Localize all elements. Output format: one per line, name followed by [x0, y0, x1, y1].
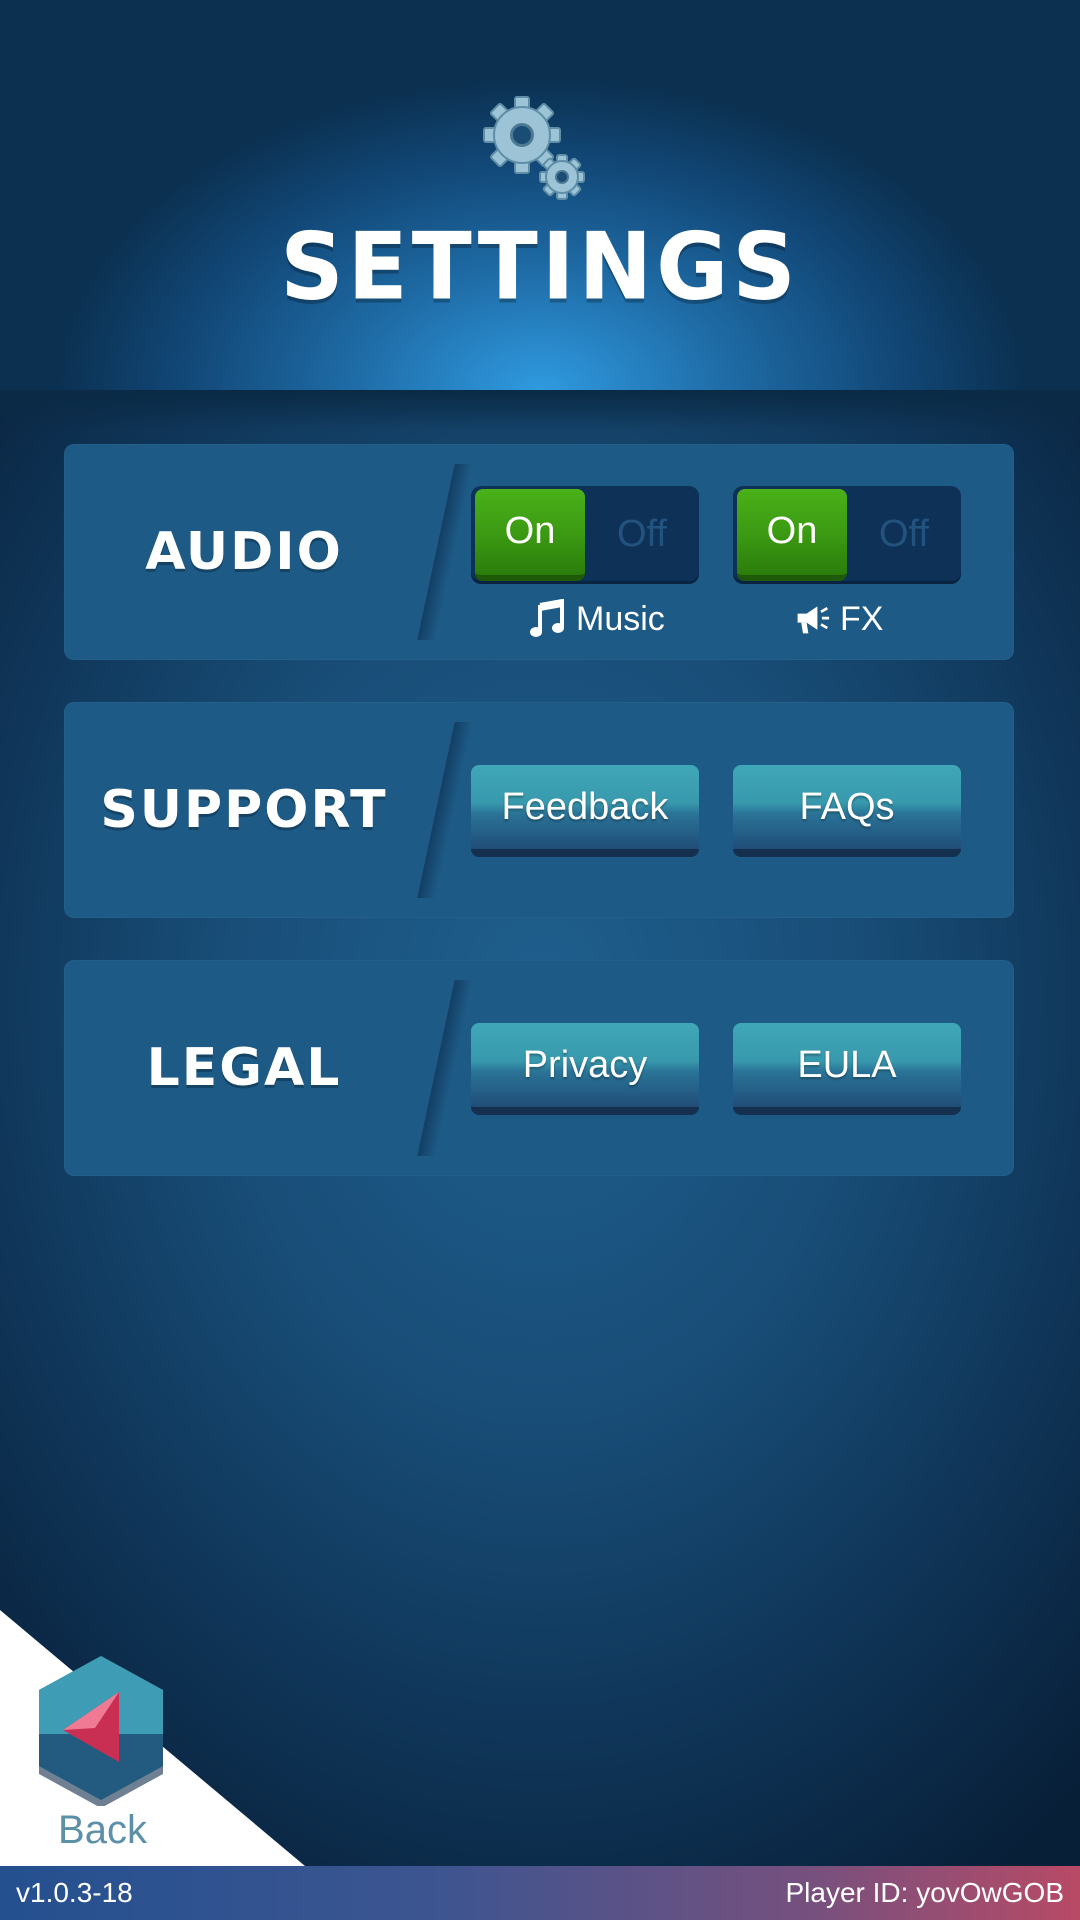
music-caption: Music — [530, 594, 665, 644]
music-note-icon — [530, 599, 564, 637]
page-title: SETTINGS — [280, 212, 800, 321]
fx-toggle[interactable]: On Off — [733, 486, 961, 584]
panel-divider — [417, 722, 473, 898]
privacy-button[interactable]: Privacy — [471, 1023, 699, 1115]
header-shadow — [0, 390, 1080, 430]
music-on-option[interactable]: On — [475, 489, 585, 581]
version-text: v1.0.3-18 — [16, 1877, 133, 1908]
back-arrow-icon[interactable] — [35, 1654, 167, 1806]
music-caption-label: Music — [576, 600, 665, 638]
audio-panel: AUDIO On Off Music On Off FX — [64, 444, 1014, 660]
legal-panel: LEGAL Privacy EULA — [64, 960, 1014, 1176]
player-id-text: Player ID: yovOwGOB — [785, 1877, 1064, 1908]
panel-divider — [417, 980, 473, 1156]
fx-caption: FX — [794, 594, 883, 644]
legal-label: LEGAL — [146, 1038, 342, 1098]
megaphone-icon — [797, 606, 830, 634]
fx-off-option[interactable]: Off — [851, 489, 957, 575]
support-label: SUPPORT — [100, 780, 388, 840]
eula-button[interactable]: EULA — [733, 1023, 961, 1115]
feedback-button[interactable]: Feedback — [471, 765, 699, 857]
gears-icon — [483, 96, 585, 200]
music-off-option[interactable]: Off — [589, 489, 695, 575]
fx-caption-label: FX — [840, 600, 884, 638]
audio-label: AUDIO — [145, 522, 343, 582]
music-toggle[interactable]: On Off — [471, 486, 699, 584]
panel-divider — [417, 464, 473, 640]
back-button-label[interactable]: Back — [40, 1805, 165, 1855]
support-panel: SUPPORT Feedback FAQs — [64, 702, 1014, 918]
fx-on-option[interactable]: On — [737, 489, 847, 581]
faqs-button[interactable]: FAQs — [733, 765, 961, 857]
footer-bar: v1.0.3-18 Player ID: yovOwGOB — [0, 1866, 1080, 1920]
